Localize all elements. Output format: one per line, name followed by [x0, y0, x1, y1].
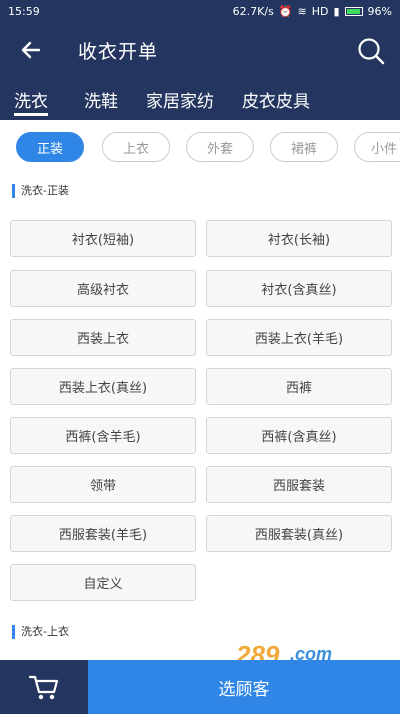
select-customer-button[interactable]: 选顾客: [88, 660, 400, 714]
search-icon: [358, 38, 385, 65]
garment-item[interactable]: 西裤(含真丝): [206, 417, 392, 454]
garment-item[interactable]: 西裤(含羊毛): [10, 417, 196, 454]
bottom-action-bar: 选顾客: [0, 660, 400, 714]
chip-formal[interactable]: 正装: [16, 132, 84, 162]
garment-item[interactable]: 衬衣(长袖): [206, 220, 392, 257]
status-time: 15:59: [8, 4, 40, 18]
garment-item[interactable]: 衬衣(短袖): [10, 220, 196, 257]
status-bar: 15:59 62.7K/s ⏰ ≋ HD ▮ 96%: [0, 0, 400, 22]
network-type: HD: [311, 4, 329, 18]
battery-percent: 96%: [367, 4, 392, 18]
tab-leather-goods[interactable]: 皮衣皮具: [228, 78, 324, 120]
garment-item[interactable]: 高级衬衣: [10, 270, 196, 307]
garment-item[interactable]: 西装上衣(羊毛): [206, 319, 392, 356]
garment-item[interactable]: 西装上衣(真丝): [10, 368, 196, 405]
category-tabs: 洗衣 洗鞋 家居家纺 皮衣皮具: [0, 78, 400, 120]
section-title: 洗衣-上衣: [12, 625, 69, 639]
network-speed: 62.7K/s: [232, 4, 274, 18]
garment-item[interactable]: 西服套装: [206, 466, 392, 503]
cart-icon: [28, 675, 59, 700]
tab-wash-clothes[interactable]: 洗衣: [0, 78, 62, 120]
cart-button[interactable]: [0, 660, 88, 714]
wifi-icon: ≋: [297, 4, 307, 18]
status-indicators: 62.7K/s ⏰ ≋ HD ▮ 96%: [233, 5, 392, 18]
subcategory-chips: 正装 上衣 外套 裙裤 小件: [0, 120, 400, 174]
garment-item[interactable]: 衬衣(含真丝): [206, 270, 392, 307]
app-header: 收衣开单: [0, 22, 400, 78]
garment-item[interactable]: 西装上衣: [10, 319, 196, 356]
garment-item[interactable]: 西裤: [206, 368, 392, 405]
back-arrow-icon: [21, 41, 41, 59]
custom-item[interactable]: 自定义: [10, 564, 196, 601]
search-button[interactable]: [356, 36, 386, 66]
tab-home-textiles[interactable]: 家居家纺: [132, 78, 228, 120]
alarm-icon: ⏰: [278, 4, 293, 18]
tab-wash-shoes[interactable]: 洗鞋: [70, 78, 132, 120]
garment-item[interactable]: 西服套装(羊毛): [10, 515, 196, 552]
chip-tops[interactable]: 上衣: [102, 132, 170, 162]
signal-icon: ▮: [333, 4, 340, 18]
back-button[interactable]: [0, 22, 60, 78]
garment-item[interactable]: 领带: [10, 466, 196, 503]
section-title: 洗衣-正装: [12, 184, 69, 198]
battery-icon: [344, 6, 363, 16]
page-title: 收衣开单: [78, 40, 159, 63]
garment-item[interactable]: 西服套装(真丝): [206, 515, 392, 552]
chip-outerwear[interactable]: 外套: [186, 132, 254, 162]
chip-small-items[interactable]: 小件: [354, 132, 400, 162]
chip-skirts-pants[interactable]: 裙裤: [270, 132, 338, 162]
